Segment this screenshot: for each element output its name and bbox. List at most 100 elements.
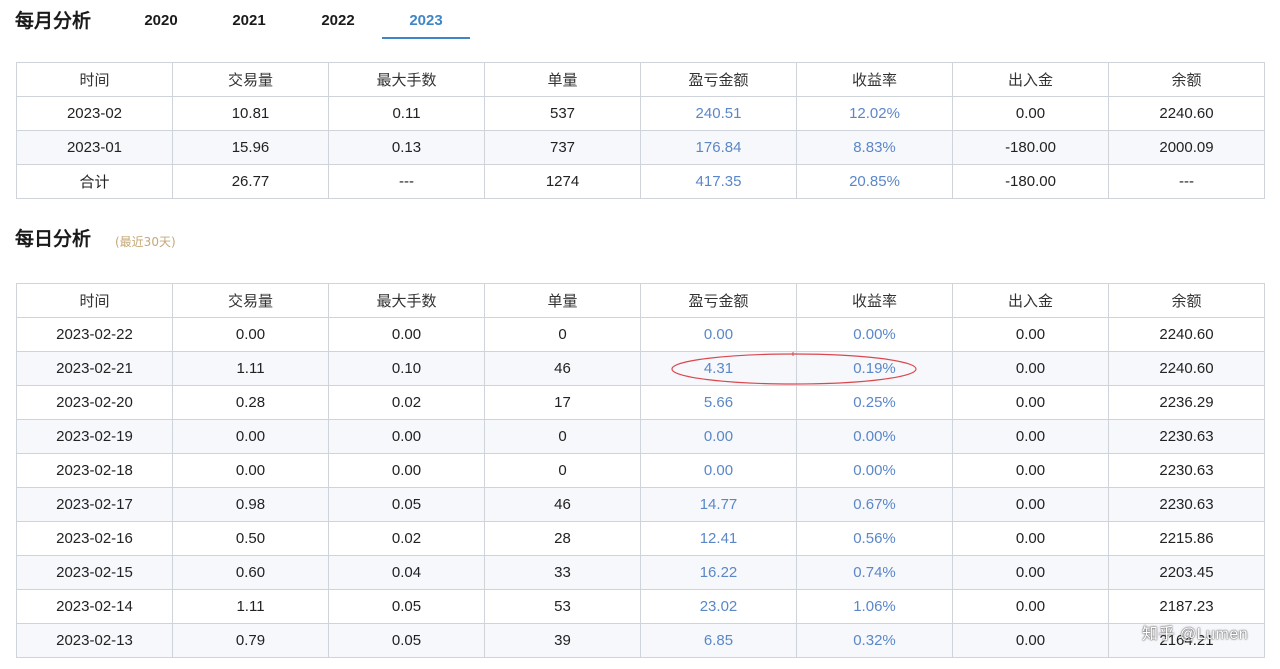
cell-balance: 2240.60 (1108, 351, 1265, 386)
cell-time: 2023-02-22 (16, 317, 173, 352)
daily-table-body: 2023-02-22 0.00 0.00 0 0.00 0.00% 0.00 2240.60 2… (16, 317, 1265, 658)
col-header-volume: 交易量 (172, 283, 329, 318)
col-header-orders: 单量 (484, 283, 641, 318)
cell-max-lots: 0.05 (328, 589, 485, 624)
col-header-deposit-withdraw: 出入金 (952, 62, 1109, 97)
cell-max-lots: 0.02 (328, 521, 485, 556)
cell-volume: 1.11 (172, 589, 329, 624)
cell-pnl: 12.41 (640, 521, 797, 556)
col-header-deposit-withdraw: 出入金 (952, 283, 1109, 318)
cell-max-lots: 0.05 (328, 623, 485, 658)
cell-orders: 46 (484, 351, 641, 386)
table-row: 2023-02-22 0.00 0.00 0 0.00 0.00% 0.00 2240.60 (16, 317, 1265, 352)
tab-year-2023[interactable]: 2023 (382, 12, 470, 29)
cell-deposit-withdraw: -180.00 (952, 164, 1109, 199)
cell-balance: 2236.29 (1108, 385, 1265, 420)
table-row: 2023-02-13 0.79 0.05 39 6.85 0.32% 0.00 2164.21 (16, 623, 1265, 658)
cell-orders: 39 (484, 623, 641, 658)
cell-time: 2023-02-18 (16, 453, 173, 488)
cell-balance: 2000.09 (1108, 130, 1265, 165)
cell-balance: 2240.60 (1108, 96, 1265, 131)
cell-balance: 2230.63 (1108, 419, 1265, 454)
cell-pnl: 16.22 (640, 555, 797, 590)
cell-volume: 26.77 (172, 164, 329, 199)
cell-deposit-withdraw: 0.00 (952, 96, 1109, 131)
cell-time: 2023-02-19 (16, 419, 173, 454)
cell-volume: 15.96 (172, 130, 329, 165)
cell-return-rate: 0.74% (796, 555, 953, 590)
table-row: 2023-02-19 0.00 0.00 0 0.00 0.00% 0.00 2230.63 (16, 419, 1265, 454)
table-row: 2023-02-17 0.98 0.05 46 14.77 0.67% 0.00 2230.6… (16, 487, 1265, 522)
cell-time: 2023-02-15 (16, 555, 173, 590)
cell-orders: 537 (484, 96, 641, 131)
cell-deposit-withdraw: 0.00 (952, 317, 1109, 352)
col-header-return-rate: 收益率 (796, 62, 953, 97)
monthly-analysis-header: 每月分析 2020 2021 2022 2023 (15, 4, 1265, 40)
tab-year-2021[interactable]: 2021 (205, 12, 293, 29)
col-header-volume: 交易量 (172, 62, 329, 97)
cell-return-rate: 0.19% (796, 351, 953, 386)
cell-pnl: 5.66 (640, 385, 797, 420)
daily-table: 时间 交易量 最大手数 单量 盈亏金额 收益率 出入金 余额 2023-02-2… (16, 283, 1265, 658)
cell-return-rate: 0.00% (796, 453, 953, 488)
col-header-time: 时间 (16, 283, 173, 318)
cell-volume: 0.00 (172, 317, 329, 352)
table-row: 2023-01 15.96 0.13 737 176.84 8.83% -180.00 200… (16, 130, 1265, 165)
cell-pnl: 4.31 (640, 351, 797, 386)
tab-year-2022[interactable]: 2022 (294, 12, 382, 29)
cell-volume: 0.79 (172, 623, 329, 658)
cell-balance: --- (1108, 164, 1265, 199)
cell-volume: 0.98 (172, 487, 329, 522)
cell-balance: 2230.63 (1108, 453, 1265, 488)
cell-orders: 28 (484, 521, 641, 556)
cell-return-rate: 12.02% (796, 96, 953, 131)
monthly-header-row: 时间 交易量 最大手数 单量 盈亏金额 收益率 出入金 余额 (16, 62, 1265, 97)
cell-deposit-withdraw: 0.00 (952, 521, 1109, 556)
cell-deposit-withdraw: 0.00 (952, 351, 1109, 386)
col-header-pnl: 盈亏金额 (640, 283, 797, 318)
cell-orders: 53 (484, 589, 641, 624)
cell-max-lots: 0.02 (328, 385, 485, 420)
cell-time: 2023-02 (16, 96, 173, 131)
table-row: 2023-02-15 0.60 0.04 33 16.22 0.74% 0.00 2203.4… (16, 555, 1265, 590)
cell-max-lots: 0.11 (328, 96, 485, 131)
col-header-time: 时间 (16, 62, 173, 97)
cell-return-rate: 0.67% (796, 487, 953, 522)
table-row: 2023-02 10.81 0.11 537 240.51 12.02% 0.00 2240.… (16, 96, 1265, 131)
tab-year-2020[interactable]: 2020 (117, 12, 205, 29)
cell-volume: 0.28 (172, 385, 329, 420)
cell-balance: 2187.23 (1108, 589, 1265, 624)
table-row: 2023-02-16 0.50 0.02 28 12.41 0.56% 0.00 2215.8… (16, 521, 1265, 556)
cell-balance: 2203.45 (1108, 555, 1265, 590)
monthly-analysis-title: 每月分析 (15, 10, 92, 32)
cell-time: 2023-02-13 (16, 623, 173, 658)
cell-pnl: 417.35 (640, 164, 797, 199)
daily-analysis-header: 每日分析 (最近30天) (15, 222, 615, 252)
cell-return-rate: 0.00% (796, 419, 953, 454)
cell-volume: 0.00 (172, 453, 329, 488)
col-header-return-rate: 收益率 (796, 283, 953, 318)
cell-orders: 1274 (484, 164, 641, 199)
cell-volume: 0.50 (172, 521, 329, 556)
cell-time: 2023-02-16 (16, 521, 173, 556)
cell-time: 2023-01 (16, 130, 173, 165)
cell-deposit-withdraw: 0.00 (952, 419, 1109, 454)
cell-max-lots: 0.00 (328, 419, 485, 454)
cell-max-lots: 0.04 (328, 555, 485, 590)
table-row: 2023-02-20 0.28 0.02 17 5.66 0.25% 0.00 2236.29 (16, 385, 1265, 420)
cell-orders: 0 (484, 317, 641, 352)
cell-return-rate: 0.00% (796, 317, 953, 352)
cell-orders: 17 (484, 385, 641, 420)
cell-time: 2023-02-20 (16, 385, 173, 420)
cell-pnl: 0.00 (640, 453, 797, 488)
cell-volume: 1.11 (172, 351, 329, 386)
daily-header-row: 时间 交易量 最大手数 单量 盈亏金额 收益率 出入金 余额 (16, 283, 1265, 318)
cell-orders: 46 (484, 487, 641, 522)
cell-volume: 0.60 (172, 555, 329, 590)
col-header-max-lots: 最大手数 (328, 62, 485, 97)
cell-time: 2023-02-21 (16, 351, 173, 386)
cell-deposit-withdraw: 0.00 (952, 555, 1109, 590)
cell-max-lots: 0.05 (328, 487, 485, 522)
cell-max-lots: 0.10 (328, 351, 485, 386)
table-row: 2023-02-18 0.00 0.00 0 0.00 0.00% 0.00 2230.63 (16, 453, 1265, 488)
